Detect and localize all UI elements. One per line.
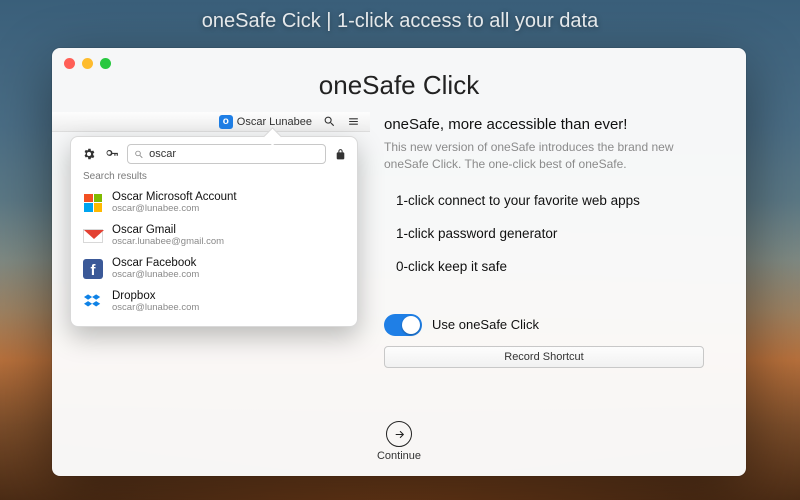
item-subtitle: oscar@lunabee.com — [112, 270, 199, 280]
list-item[interactable]: Oscar Gmail oscar.lunabee@gmail.com — [71, 219, 357, 252]
item-subtitle: oscar@lunabee.com — [112, 303, 199, 313]
list-item[interactable]: Oscar Microsoft Account oscar@lunabee.co… — [71, 186, 357, 219]
feature-bullet: 1-click connect to your favorite web app… — [396, 193, 718, 208]
item-title: Oscar Gmail — [112, 224, 224, 237]
feature-bullet: 0-click keep it safe — [396, 259, 718, 274]
zoom-icon[interactable] — [100, 58, 111, 69]
search-icon — [134, 149, 144, 160]
close-icon[interactable] — [64, 58, 75, 69]
gmail-icon — [83, 226, 103, 246]
gear-icon[interactable] — [81, 147, 96, 162]
toggle-label: Use oneSafe Click — [432, 317, 539, 332]
onboarding-window: oneSafe Click o Oscar Lunabee — [52, 48, 746, 476]
window-traffic-lights[interactable] — [64, 58, 111, 69]
list-item[interactable]: Dropbox oscar@lunabee.com — [71, 285, 357, 318]
macos-menubar: o Oscar Lunabee — [52, 112, 370, 132]
feature-heading: oneSafe, more accessible than ever! — [384, 116, 718, 133]
feature-bullet: 1-click password generator — [396, 226, 718, 241]
search-field[interactable] — [149, 148, 319, 160]
menubar-username: Oscar Lunabee — [237, 116, 312, 128]
feature-subheading: This new version of oneSafe introduces t… — [384, 139, 694, 173]
feature-bullets: 1-click connect to your favorite web app… — [384, 193, 718, 274]
facebook-icon: f — [83, 259, 103, 279]
record-shortcut-button[interactable]: Record Shortcut — [384, 346, 704, 368]
desktop-background: oneSafe Cick | 1-click access to all you… — [0, 0, 800, 500]
results-list: Oscar Microsoft Account oscar@lunabee.co… — [71, 186, 357, 326]
item-title: Oscar Microsoft Account — [112, 191, 237, 204]
continue-button[interactable] — [386, 421, 412, 447]
list-item[interactable]: f Oscar Facebook oscar@lunabee.com — [71, 252, 357, 285]
search-popover: Search results Oscar Microsoft Account o… — [70, 136, 358, 327]
results-header: Search results — [71, 171, 357, 186]
popover-toolbar — [71, 137, 357, 171]
item-title: Oscar Facebook — [112, 257, 199, 270]
menubar-app-item[interactable]: o Oscar Lunabee — [219, 115, 312, 129]
arrow-right-icon — [393, 428, 406, 441]
item-subtitle: oscar@lunabee.com — [112, 204, 237, 214]
item-title: Dropbox — [112, 290, 199, 303]
page-banner: oneSafe Cick | 1-click access to all you… — [0, 10, 800, 33]
key-icon[interactable] — [104, 147, 119, 162]
use-onesafe-click-toggle[interactable] — [384, 314, 422, 336]
page-title: oneSafe Click — [52, 70, 746, 101]
onesafe-menubar-icon: o — [219, 115, 233, 129]
dropbox-icon — [83, 292, 103, 312]
microsoft-icon — [83, 193, 103, 213]
menu-list-icon[interactable] — [346, 115, 360, 129]
lock-icon[interactable] — [334, 148, 347, 161]
window-footer: Continue — [52, 421, 746, 462]
search-input[interactable] — [127, 144, 326, 164]
minimize-icon[interactable] — [82, 58, 93, 69]
item-subtitle: oscar.lunabee@gmail.com — [112, 237, 224, 247]
continue-label: Continue — [377, 450, 421, 462]
spotlight-icon[interactable] — [322, 115, 336, 129]
